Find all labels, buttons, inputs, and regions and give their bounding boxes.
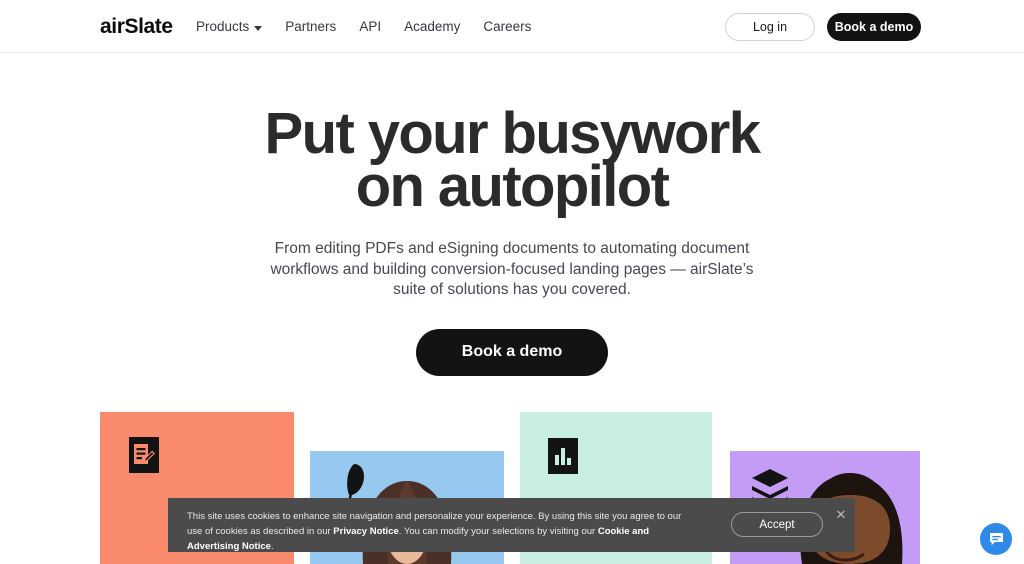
nav-item-label: Products — [196, 19, 250, 34]
hero-cta-wrapper: Book a demo — [0, 328, 1024, 376]
hero-title-line-1: Put your busywork — [264, 101, 761, 166]
nav-item-partners[interactable]: Partners — [285, 18, 336, 36]
brand-logo[interactable]: airSlate — [100, 14, 173, 39]
nav-item-careers[interactable]: Careers — [483, 18, 531, 36]
hero-title-line-2: on autopilot — [355, 154, 670, 219]
header-actions: Log in Book a demo — [725, 13, 921, 41]
cookie-text-part-3: . — [270, 541, 274, 552]
chat-bubble-icon — [989, 532, 1003, 545]
accept-cookies-button[interactable]: Accept — [731, 512, 823, 537]
hero-section: Put your busywork on autopilot From edit… — [0, 53, 1024, 376]
site-header: airSlate Products Partners API Academy C… — [0, 0, 1024, 53]
primary-navigation: Products Partners API Academy Careers — [196, 18, 531, 36]
bar-chart-glyph — [555, 448, 571, 465]
login-button[interactable]: Log in — [725, 13, 815, 41]
hero-subtitle: From editing PDFs and eSigning documents… — [270, 240, 754, 298]
page-title: Put your busywork on autopilot — [0, 101, 1024, 219]
bar-chart-icon — [548, 438, 578, 474]
chevron-down-icon — [254, 25, 263, 31]
nav-item-api[interactable]: API — [359, 18, 381, 36]
document-edit-icon — [129, 437, 159, 473]
cookie-consent-banner: This site uses cookies to enhance site n… — [168, 498, 855, 552]
cookie-text-part-2: . You can modify your selections by visi… — [398, 526, 598, 537]
hero-book-demo-button[interactable]: Book a demo — [416, 328, 608, 376]
chat-widget-button[interactable] — [980, 523, 1012, 555]
page-root: airSlate Products Partners API Academy C… — [0, 0, 1024, 564]
nav-item-products[interactable]: Products — [196, 18, 263, 36]
cookie-banner-text: This site uses cookies to enhance site n… — [187, 509, 697, 554]
nav-item-academy[interactable]: Academy — [404, 18, 460, 36]
privacy-notice-link[interactable]: Privacy Notice — [333, 526, 398, 537]
close-icon[interactable]: ✕ — [833, 507, 849, 523]
header-book-demo-button[interactable]: Book a demo — [827, 13, 921, 41]
document-edit-glyph — [134, 444, 155, 464]
